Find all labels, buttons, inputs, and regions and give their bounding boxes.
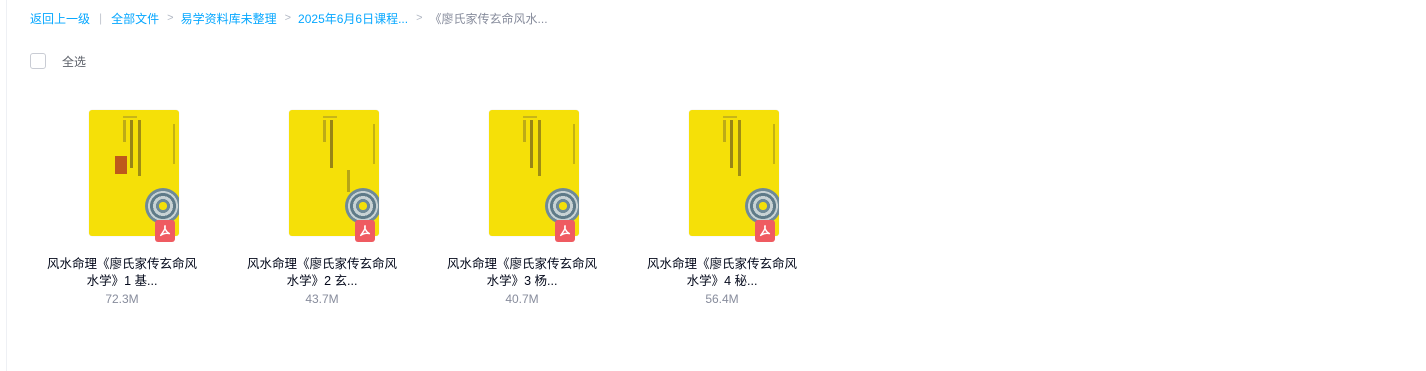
back-link[interactable]: 返回上一级 <box>30 10 90 27</box>
chevron-right-icon: > <box>416 12 423 24</box>
select-all-checkbox[interactable] <box>30 53 46 69</box>
file-card[interactable]: 风水命理《廖氏家传玄命风 水学》1 基... 72.3M <box>22 110 222 306</box>
file-name-line: 风水命理《廖氏家传玄命风 <box>446 257 597 271</box>
file-browser: 返回上一级 | 全部文件 > 易学资料库未整理 > 2025年6月6日课程...… <box>0 0 1426 371</box>
select-all-row: 全选 <box>30 52 86 70</box>
file-name-line: 水学》2 玄... <box>286 274 358 288</box>
file-name-line: 水学》1 基... <box>86 274 158 288</box>
file-size: 43.7M <box>305 292 339 306</box>
book-cover-image <box>289 110 379 236</box>
panel-divider <box>6 0 7 371</box>
file-grid: 风水命理《廖氏家传玄命风 水学》1 基... 72.3M 风水命理《廖氏家传玄命… <box>22 110 822 306</box>
breadcrumb-item-all-files[interactable]: 全部文件 <box>111 10 159 27</box>
breadcrumb-item-course[interactable]: 2025年6月6日课程... <box>298 10 408 27</box>
pdf-icon <box>555 220 575 242</box>
file-card[interactable]: 风水命理《廖氏家传玄命风 水学》2 玄... 43.7M <box>222 110 422 306</box>
file-card[interactable]: 风水命理《廖氏家传玄命风 水学》4 秘... 56.4M <box>622 110 822 306</box>
chevron-right-icon: > <box>284 12 292 24</box>
file-name[interactable]: 风水命理《廖氏家传玄命风 水学》1 基... <box>22 256 222 290</box>
file-name[interactable]: 风水命理《廖氏家传玄命风 水学》2 玄... <box>222 256 422 290</box>
file-thumbnail[interactable] <box>267 110 379 245</box>
file-name-line: 风水命理《廖氏家传玄命风 <box>246 257 397 271</box>
breadcrumb-divider: | <box>99 11 103 25</box>
breadcrumb-item-library[interactable]: 易学资料库未整理 <box>181 10 277 27</box>
breadcrumb: 返回上一级 | 全部文件 > 易学资料库未整理 > 2025年6月6日课程...… <box>30 9 548 27</box>
breadcrumb-current: 《廖氏家传玄命风水... <box>429 11 548 26</box>
file-size: 56.4M <box>705 292 739 306</box>
book-cover-image <box>689 110 779 236</box>
pdf-icon <box>155 220 175 242</box>
file-name-line: 水学》3 杨... <box>486 274 558 288</box>
pdf-icon <box>755 220 775 242</box>
select-all-label[interactable]: 全选 <box>62 53 86 70</box>
chevron-right-icon: > <box>167 12 174 24</box>
file-name[interactable]: 风水命理《廖氏家传玄命风 水学》3 杨... <box>422 256 622 290</box>
pdf-icon <box>355 220 375 242</box>
book-cover-image <box>89 110 179 236</box>
file-thumbnail[interactable] <box>467 110 579 245</box>
file-size: 72.3M <box>105 292 139 306</box>
file-size: 40.7M <box>505 292 539 306</box>
book-cover-image <box>489 110 579 236</box>
file-card[interactable]: 风水命理《廖氏家传玄命风 水学》3 杨... 40.7M <box>422 110 622 306</box>
file-name[interactable]: 风水命理《廖氏家传玄命风 水学》4 秘... <box>622 256 822 290</box>
file-thumbnail[interactable] <box>667 110 779 245</box>
file-name-line: 水学》4 秘... <box>686 274 758 288</box>
file-name-line: 风水命理《廖氏家传玄命风 <box>46 257 197 271</box>
file-thumbnail[interactable] <box>67 110 179 245</box>
file-name-line: 风水命理《廖氏家传玄命风 <box>646 257 797 271</box>
